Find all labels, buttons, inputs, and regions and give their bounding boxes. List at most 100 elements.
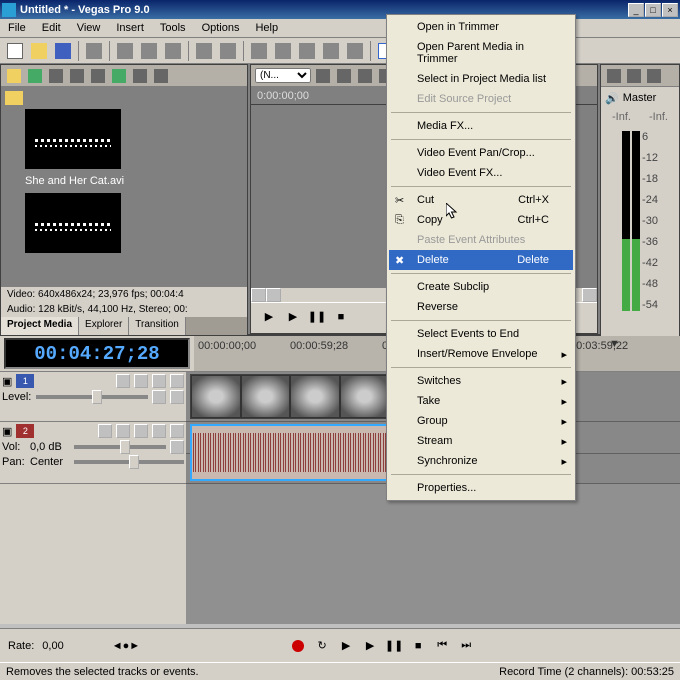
menu-tools[interactable]: Tools (156, 20, 190, 36)
play-from-start-button[interactable]: ▶ (283, 308, 303, 326)
autocross-button[interactable] (296, 40, 318, 62)
track-mute-button[interactable] (134, 374, 148, 388)
ctx-switches[interactable]: Switches▸ (389, 371, 573, 391)
go-end-button[interactable]: ⏭ (456, 637, 476, 655)
ctx-select-in-project-media-list[interactable]: Select in Project Media list (389, 69, 573, 89)
cut-button[interactable] (114, 40, 136, 62)
remove-button[interactable] (68, 67, 86, 85)
media-props-button[interactable] (89, 67, 107, 85)
play-button[interactable]: ▶ (259, 308, 279, 326)
ripple-button[interactable] (272, 40, 294, 62)
master-play-button[interactable] (625, 67, 643, 85)
track-mute-button[interactable] (116, 424, 130, 438)
vol-slider[interactable] (74, 445, 166, 449)
track-bypass-button[interactable] (116, 374, 130, 388)
master-next-button[interactable] (645, 67, 663, 85)
video-clip[interactable] (190, 374, 390, 419)
playhead-marker[interactable]: ▼ (609, 338, 619, 371)
media-thumbnail[interactable] (25, 193, 121, 253)
timecode-display[interactable]: 00:04:27;28 (4, 338, 190, 369)
scroll-left-icon[interactable] (251, 288, 266, 302)
tab-explorer[interactable]: Explorer (79, 317, 129, 335)
save-button[interactable] (52, 40, 74, 62)
master-prev-button[interactable] (605, 67, 623, 85)
scroll-left2-icon[interactable] (266, 288, 281, 302)
stop-button[interactable]: ■ (331, 308, 351, 326)
scrub-control[interactable]: ◄●► (112, 640, 140, 652)
loop-button[interactable]: ↻ (312, 637, 332, 655)
menu-insert[interactable]: Insert (112, 20, 148, 36)
track-arm-button[interactable] (98, 424, 112, 438)
track-solo-button[interactable] (134, 424, 148, 438)
capture-button[interactable] (26, 67, 44, 85)
scroll-right-icon[interactable] (582, 288, 597, 302)
pan-slider[interactable] (74, 460, 184, 464)
ctx-video-event-fx-[interactable]: Video Event FX... (389, 163, 573, 183)
media-list[interactable]: She and Her Cat.avi (1, 87, 247, 287)
ctx-select-events-to-end[interactable]: Select Events to End (389, 324, 573, 344)
trimmer-remove-button[interactable] (356, 67, 374, 85)
ctx-open-parent-media-in-trimmer[interactable]: Open Parent Media in Trimmer (389, 37, 573, 69)
menu-view[interactable]: View (73, 20, 105, 36)
ctx-cut[interactable]: CutCtrl+X✂ (389, 190, 573, 210)
audio-clip[interactable] (190, 424, 390, 481)
ctx-delete[interactable]: DeleteDelete✖ (389, 250, 573, 270)
views-button[interactable] (152, 67, 170, 85)
play-start-button[interactable]: ▶ (336, 637, 356, 655)
track-phase-button[interactable] (170, 424, 184, 438)
audio-track-header[interactable]: ▣ 2 Vol: 0,0 dB Pan: Cente (0, 422, 186, 484)
trimmer-save-button[interactable] (314, 67, 332, 85)
trimmer-fx-button[interactable] (335, 67, 353, 85)
play-button[interactable]: ▶ (360, 637, 380, 655)
get-media-button[interactable] (47, 67, 65, 85)
ignore-button[interactable] (344, 40, 366, 62)
track-touch-button[interactable] (170, 440, 184, 454)
track-fx-button[interactable] (170, 374, 184, 388)
redo-button[interactable] (217, 40, 239, 62)
ctx-video-event-pan-crop-[interactable]: Video Event Pan/Crop... (389, 143, 573, 163)
track-fx-button[interactable] (152, 424, 166, 438)
ctx-properties-[interactable]: Properties... (389, 478, 573, 498)
stop-button[interactable]: ■ (408, 637, 428, 655)
close-button[interactable]: × (662, 3, 678, 17)
properties-button[interactable] (83, 40, 105, 62)
minimize-button[interactable]: _ (628, 3, 644, 17)
ctx-create-subclip[interactable]: Create Subclip (389, 277, 573, 297)
go-start-button[interactable]: ⏮ (432, 637, 452, 655)
tab-transitions[interactable]: Transition (129, 317, 186, 335)
ctx-group[interactable]: Group▸ (389, 411, 573, 431)
search-button[interactable] (131, 67, 149, 85)
paste-button[interactable] (162, 40, 184, 62)
menu-edit[interactable]: Edit (38, 20, 65, 36)
ctx-media-fx-[interactable]: Media FX... (389, 116, 573, 136)
menu-options[interactable]: Options (198, 20, 244, 36)
undo-button[interactable] (193, 40, 215, 62)
tab-project-media[interactable]: Project Media (1, 317, 79, 335)
track-compmode-button[interactable] (152, 390, 166, 404)
ctx-open-in-trimmer[interactable]: Open in Trimmer (389, 17, 573, 37)
trimmer-dropdown[interactable]: (N... (255, 68, 311, 83)
lock-button[interactable] (320, 40, 342, 62)
ctx-reverse[interactable]: Reverse (389, 297, 573, 317)
media-fx-button[interactable] (110, 67, 128, 85)
ctx-insert-remove-envelope[interactable]: Insert/Remove Envelope▸ (389, 344, 573, 364)
maximize-button[interactable]: □ (645, 3, 661, 17)
menu-file[interactable]: File (4, 20, 30, 36)
ctx-synchronize[interactable]: Synchronize▸ (389, 451, 573, 471)
open-button[interactable] (28, 40, 50, 62)
import-button[interactable] (5, 67, 23, 85)
pause-button[interactable]: ❚❚ (307, 308, 327, 326)
new-button[interactable] (4, 40, 26, 62)
ctx-stream[interactable]: Stream▸ (389, 431, 573, 451)
media-thumbnail[interactable] (25, 109, 121, 169)
track-solo-button[interactable] (152, 374, 166, 388)
pause-button[interactable]: ❚❚ (384, 637, 404, 655)
video-track-header[interactable]: ▣ 1 Level: (0, 372, 186, 422)
record-button[interactable] (288, 637, 308, 655)
level-slider[interactable] (36, 395, 148, 399)
snap-button[interactable] (248, 40, 270, 62)
menu-help[interactable]: Help (251, 20, 282, 36)
ctx-copy[interactable]: CopyCtrl+C⎘ (389, 210, 573, 230)
copy-button[interactable] (138, 40, 160, 62)
ctx-take[interactable]: Take▸ (389, 391, 573, 411)
